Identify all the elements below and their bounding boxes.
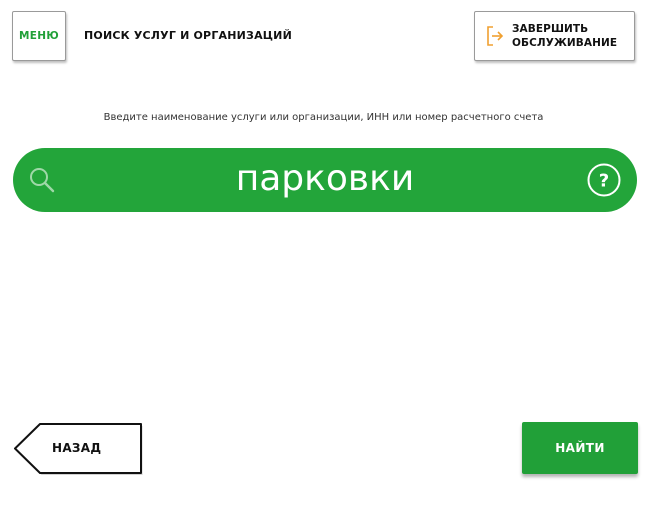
search-hint: Введите наименование услуги или организа… [103, 112, 544, 123]
end-service-label: ЗАВЕРШИТЬ ОБСЛУЖИВАНИЕ [512, 23, 618, 49]
menu-button[interactable]: МЕНЮ [12, 11, 66, 61]
find-button[interactable]: НАЙТИ [522, 422, 638, 474]
help-icon[interactable]: ? [587, 163, 621, 197]
menu-button-label: МЕНЮ [19, 30, 59, 42]
end-service-button[interactable]: ЗАВЕРШИТЬ ОБСЛУЖИВАНИЕ [474, 11, 635, 61]
svg-text:?: ? [599, 171, 609, 192]
back-button[interactable]: НАЗАД [12, 422, 145, 475]
exit-icon [486, 25, 504, 47]
search-query-text: парковки [235, 158, 415, 199]
page-title: ПОИСК УСЛУГ И ОРГАНИЗАЦИЙ [84, 29, 292, 42]
find-button-label: НАЙТИ [555, 441, 605, 455]
search-input[interactable]: парковки ? [13, 148, 637, 212]
back-button-label: НАЗАД [52, 441, 102, 455]
